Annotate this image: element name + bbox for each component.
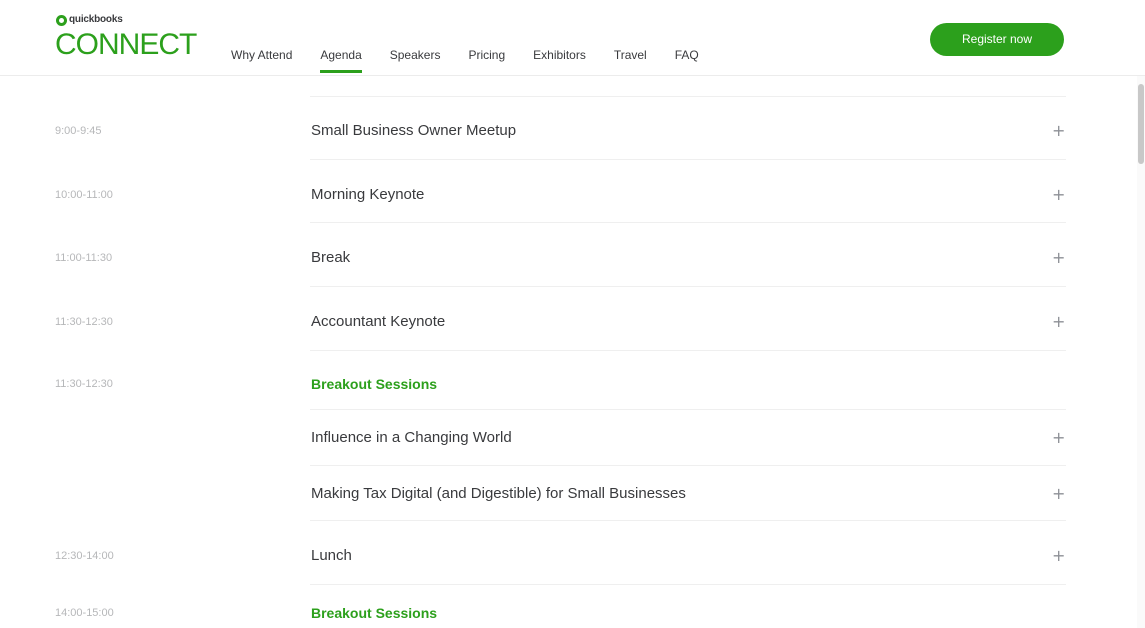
nav-item-why-attend[interactable]: Why Attend <box>231 0 292 76</box>
row-time: 10:00-11:00 <box>55 189 113 201</box>
nav-item-speakers[interactable]: Speakers <box>390 0 441 76</box>
row-title: Morning Keynote <box>311 186 425 203</box>
nav-item-exhibitors[interactable]: Exhibitors <box>533 0 586 76</box>
quickbooks-logo-icon <box>56 15 67 26</box>
expand-plus-icon[interactable]: + <box>1052 428 1065 447</box>
row-divider <box>310 350 1066 351</box>
row-time: 14:00-15:00 <box>55 607 114 619</box>
row-divider <box>310 465 1066 466</box>
row-time: 12:30-14:00 <box>55 550 114 562</box>
row-title: Influence in a Changing World <box>311 429 512 446</box>
register-now-button[interactable]: Register now <box>930 23 1064 56</box>
row-divider <box>310 286 1066 287</box>
expand-plus-icon[interactable]: + <box>1052 546 1065 565</box>
row-time: 11:30-12:30 <box>55 378 113 390</box>
scrollbar-thumb[interactable] <box>1138 84 1144 164</box>
row-title: Accountant Keynote <box>311 313 446 330</box>
row-divider <box>310 409 1066 410</box>
expand-plus-icon[interactable]: + <box>1052 121 1065 140</box>
row-time: 11:00-11:30 <box>55 252 113 264</box>
logo-brand-small: quickbooks <box>69 14 123 25</box>
site-header: quickbooks CONNECT Why Attend Agenda Spe… <box>0 0 1145 76</box>
nav-item-agenda[interactable]: Agenda <box>320 0 363 76</box>
page-scrollbar[interactable] <box>1137 76 1145 628</box>
agenda-list: 9:00-9:45 Small Business Owner Meetup + … <box>0 76 1145 628</box>
logo-brand-big: CONNECT <box>55 28 197 61</box>
row-divider <box>310 159 1066 160</box>
row-title: Lunch <box>311 547 352 564</box>
section-title: Breakout Sessions <box>311 376 438 392</box>
row-divider <box>310 222 1066 223</box>
row-time: 9:00-9:45 <box>55 125 102 137</box>
expand-plus-icon[interactable]: + <box>1052 248 1065 267</box>
row-time: 11:30-12:30 <box>55 316 113 328</box>
nav-item-pricing[interactable]: Pricing <box>468 0 505 76</box>
row-divider <box>310 520 1066 521</box>
quickbooks-connect-logo[interactable]: quickbooks CONNECT <box>55 14 205 64</box>
expand-plus-icon[interactable]: + <box>1052 185 1065 204</box>
row-title: Break <box>311 249 351 266</box>
nav-item-travel[interactable]: Travel <box>614 0 647 76</box>
row-divider <box>310 584 1066 585</box>
row-title: Small Business Owner Meetup <box>311 122 517 139</box>
row-divider <box>310 96 1066 97</box>
expand-plus-icon[interactable]: + <box>1052 312 1065 331</box>
main-nav: Why Attend Agenda Speakers Pricing Exhib… <box>231 0 727 76</box>
row-title: Making Tax Digital (and Digestible) for … <box>311 485 686 502</box>
nav-item-faq[interactable]: FAQ <box>675 0 699 76</box>
expand-plus-icon[interactable]: + <box>1052 484 1065 503</box>
section-title: Breakout Sessions <box>311 605 438 621</box>
